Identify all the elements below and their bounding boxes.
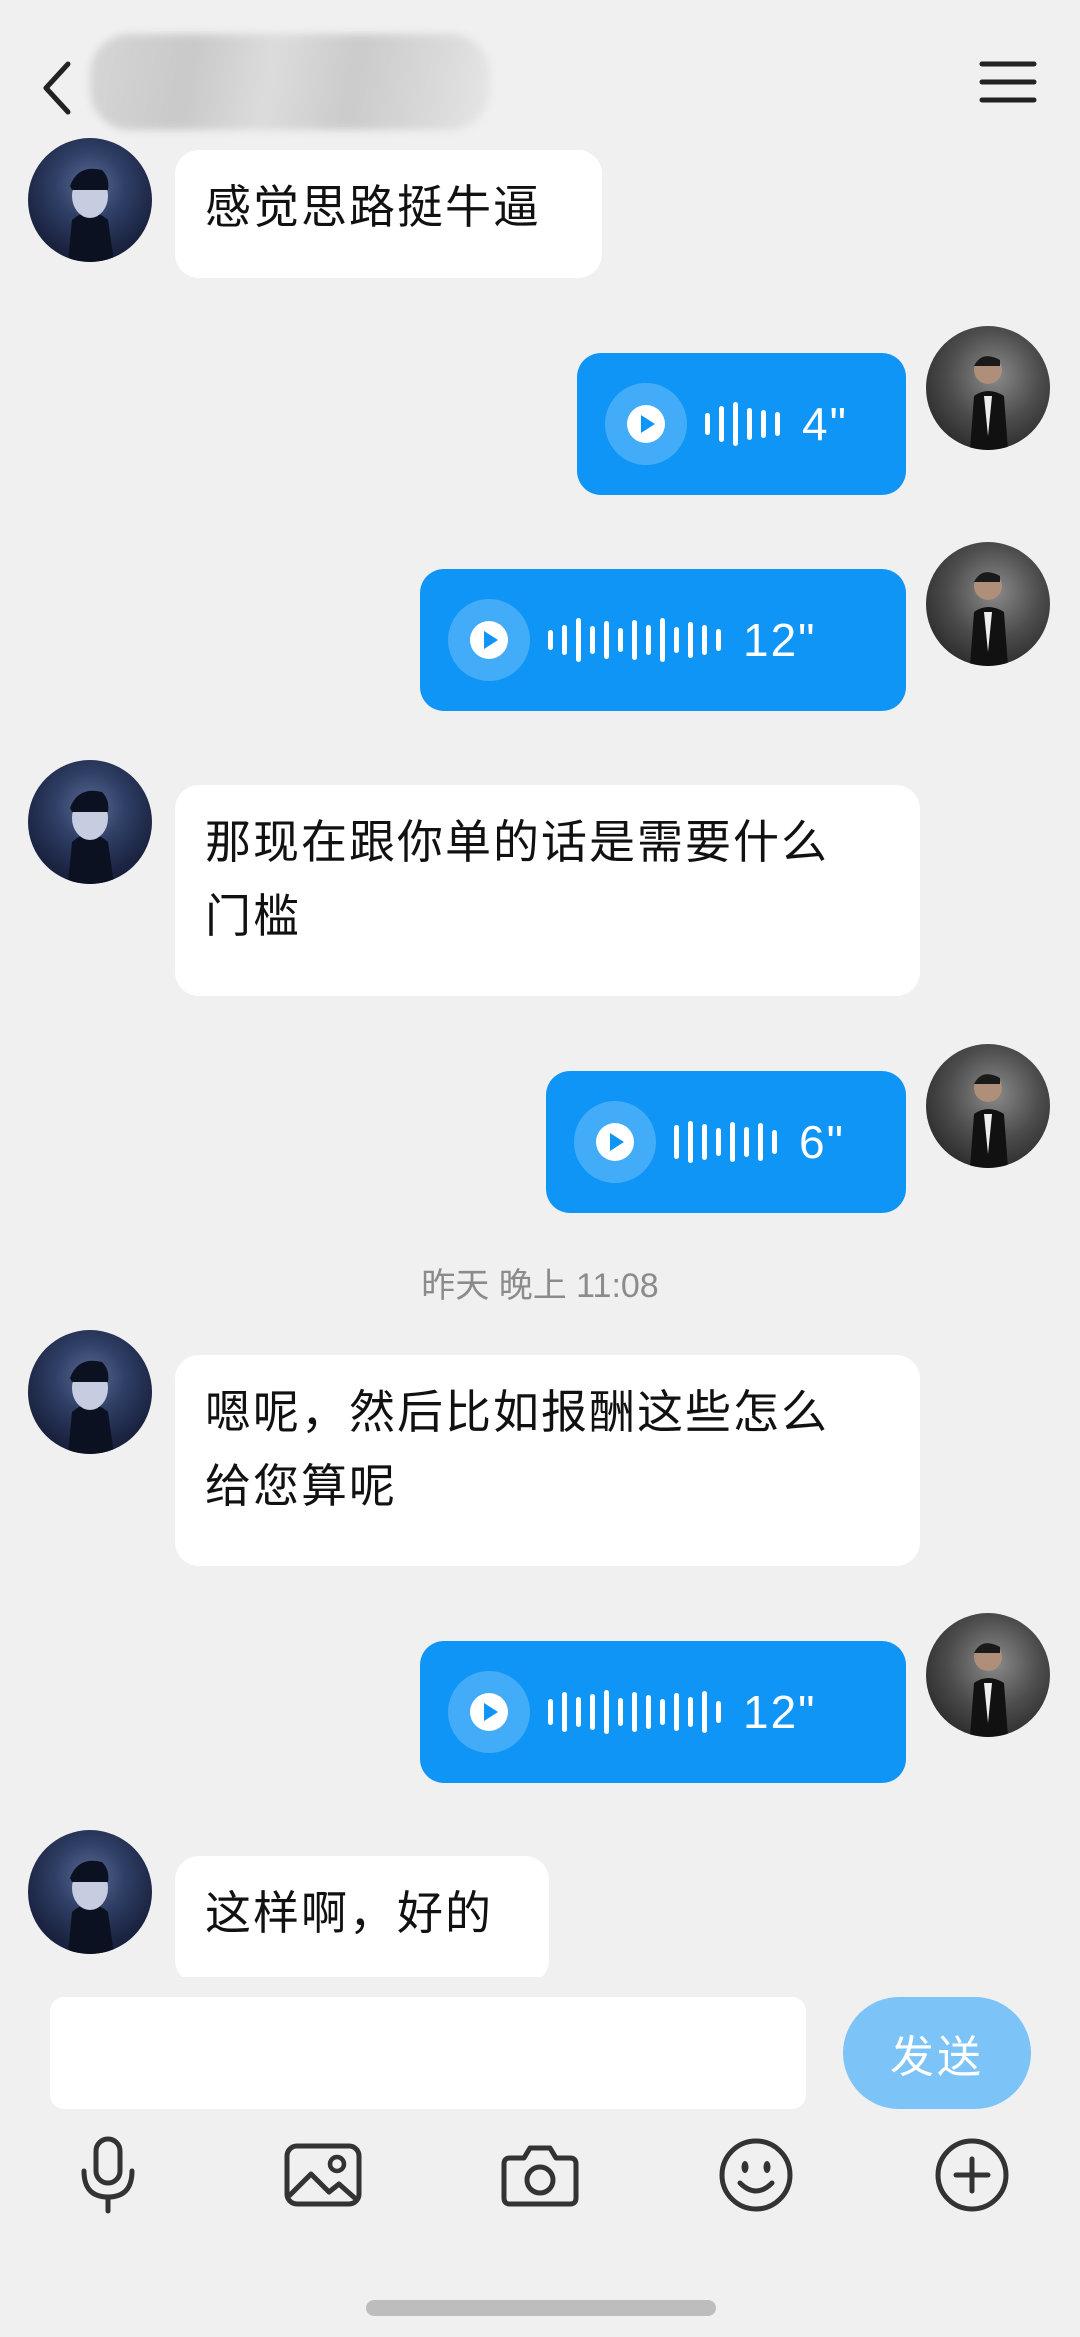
- avatar-self[interactable]: [926, 1044, 1050, 1168]
- voice-input-button[interactable]: [58, 2125, 158, 2225]
- voice-waveform: [705, 402, 780, 446]
- message-bubble-received[interactable]: 感觉思路挺牛逼: [175, 150, 602, 278]
- play-icon: [470, 1693, 508, 1731]
- message-text-line: 那现在跟你单的话是需要什么: [205, 815, 829, 869]
- voice-message[interactable]: 12": [420, 1641, 906, 1783]
- camera-icon: [501, 2145, 579, 2207]
- play-button[interactable]: [574, 1101, 656, 1183]
- message-text: 这样啊，好的: [205, 1886, 493, 1940]
- image-button[interactable]: [273, 2125, 373, 2225]
- composer-bar: 发送: [0, 1977, 1080, 2337]
- send-button[interactable]: 发送: [843, 1997, 1031, 2109]
- voice-duration: 6": [799, 1116, 845, 1168]
- avatar-self[interactable]: [926, 542, 1050, 666]
- avatar-self[interactable]: [926, 326, 1050, 450]
- voice-message[interactable]: 12": [420, 569, 906, 711]
- voice-duration: 4": [802, 398, 848, 450]
- message-timestamp: 昨天 晚上 11:08: [421, 1267, 659, 1305]
- voice-duration: 12": [743, 1686, 817, 1738]
- avatar-other[interactable]: [28, 1330, 152, 1454]
- plus-circle-icon: [935, 2138, 1009, 2212]
- home-indicator[interactable]: [366, 2300, 716, 2316]
- hamburger-menu-icon: [979, 61, 1037, 103]
- message-bubble-received[interactable]: 嗯呢，然后比如报酬这些怎么 给您算呢: [175, 1355, 920, 1566]
- play-icon: [596, 1123, 634, 1161]
- voice-waveform: [674, 1121, 777, 1163]
- message-text-line: 给您算呢: [205, 1459, 397, 1513]
- avatar-self[interactable]: [926, 1613, 1050, 1737]
- play-button[interactable]: [448, 599, 530, 681]
- more-button[interactable]: [922, 2125, 1022, 2225]
- message-text-line: 门槛: [205, 889, 301, 943]
- play-icon: [627, 405, 665, 443]
- message-text: 感觉思路挺牛逼: [205, 180, 541, 234]
- voice-waveform: [548, 618, 721, 662]
- voice-duration: 12": [743, 614, 817, 666]
- play-icon: [470, 621, 508, 659]
- play-button[interactable]: [605, 383, 687, 465]
- message-input[interactable]: [50, 1997, 806, 2109]
- voice-waveform: [548, 1690, 721, 1734]
- chevron-left-icon: [43, 61, 71, 115]
- voice-message[interactable]: 6": [546, 1071, 906, 1213]
- menu-button[interactable]: [978, 58, 1038, 106]
- avatar-other[interactable]: [28, 1830, 152, 1954]
- message-text-line: 嗯呢，然后比如报酬这些怎么: [205, 1385, 829, 1439]
- avatar-other[interactable]: [28, 760, 152, 884]
- avatar-other[interactable]: [28, 138, 152, 262]
- play-button[interactable]: [448, 1671, 530, 1753]
- message-bubble-received[interactable]: 这样啊，好的: [175, 1856, 549, 1984]
- emoji-icon: [719, 2138, 793, 2212]
- emoji-button[interactable]: [706, 2125, 806, 2225]
- camera-button[interactable]: [490, 2125, 590, 2225]
- microphone-icon: [81, 2136, 135, 2214]
- message-bubble-received[interactable]: 那现在跟你单的话是需要什么 门槛: [175, 785, 920, 996]
- contact-name[interactable]: ▓▓▓▓▓▓▓: [90, 34, 490, 130]
- image-icon: [284, 2143, 362, 2207]
- voice-message[interactable]: 4": [577, 353, 906, 495]
- back-button[interactable]: [38, 58, 78, 118]
- chat-header: ▓▓▓▓▓▓▓: [0, 0, 1080, 150]
